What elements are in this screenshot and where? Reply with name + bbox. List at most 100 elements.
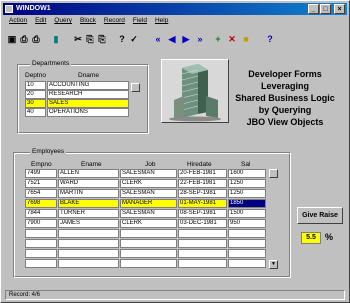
scroll-down-arrow-icon[interactable]: ▼ (269, 260, 278, 269)
emp-job-cell[interactable] (120, 259, 177, 268)
dept-deptno-cell[interactable]: 30 (25, 99, 46, 108)
save-icon[interactable]: ▣ (6, 33, 18, 45)
employees-scroll-thumb[interactable] (269, 169, 278, 178)
menu-help[interactable]: Help (155, 17, 168, 27)
emp-hiredate-cell[interactable]: 08-SEP-1981 (178, 209, 227, 218)
menu-field[interactable]: Field (133, 17, 147, 27)
menu-block[interactable]: Block (80, 17, 96, 27)
emp-sal-cell[interactable]: 1500 (228, 209, 266, 218)
emp-ename-cell[interactable] (58, 229, 119, 238)
emp-hiredate-cell[interactable] (178, 229, 227, 238)
execute-query-icon[interactable]: ✓ (128, 33, 140, 45)
status-bar: Record: 4/6 (5, 290, 345, 300)
emp-sal-cell[interactable]: 1250 (228, 189, 266, 198)
next-record-icon[interactable]: ▶ (180, 33, 192, 45)
dept-deptno-cell[interactable]: 40 (25, 108, 46, 117)
emp-job-cell[interactable]: SALESMAN (120, 189, 177, 198)
departments-scroll-thumb[interactable] (131, 83, 140, 92)
emp-hiredate-cell[interactable] (178, 239, 227, 248)
menu-query[interactable]: Query (54, 17, 72, 27)
heading-line-3: Shared Business Logic (235, 93, 335, 103)
emp-sal-cell[interactable] (228, 259, 266, 268)
employees-label: Employees (30, 148, 67, 155)
emp-empno-cell[interactable]: 7900 (25, 219, 57, 228)
emp-empno-cell[interactable] (25, 259, 57, 268)
departments-scrollbar[interactable] (131, 81, 140, 126)
emp-sal-cell[interactable] (228, 239, 266, 248)
emp-sal-cell[interactable] (228, 229, 266, 238)
emp-ename-cell[interactable]: WARD (58, 179, 119, 188)
emp-hiredate-cell[interactable] (178, 249, 227, 258)
emp-sal-cell[interactable]: 950 (228, 219, 266, 228)
emp-empno-cell[interactable] (25, 239, 57, 248)
close-button[interactable]: × (334, 4, 345, 14)
emp-sal-cell[interactable]: 1250 (228, 179, 266, 188)
print-icon[interactable]: ⎙ (18, 33, 30, 45)
lock-record-icon[interactable]: ■ (240, 33, 252, 45)
emp-job-cell[interactable] (120, 239, 177, 248)
previous-record-icon[interactable]: ◀ (166, 33, 178, 45)
emp-hiredate-cell[interactable] (178, 259, 227, 268)
title-bar[interactable]: WINDOW1 _ □ × (3, 3, 347, 15)
dept-deptno-cell[interactable]: 10 (25, 81, 46, 90)
give-raise-button[interactable]: Give Raise (297, 207, 343, 224)
emp-empno-cell[interactable]: 7844 (25, 209, 57, 218)
emp-job-cell[interactable]: SALESMAN (120, 169, 177, 178)
emp-ename-cell[interactable]: MARTIN (58, 189, 119, 198)
emp-empno-cell[interactable]: 7654 (25, 189, 57, 198)
emp-sal-cell[interactable] (228, 249, 266, 258)
emp-empno-cell[interactable]: 7499 (25, 169, 57, 178)
menu-action[interactable]: Action (9, 17, 27, 27)
emp-job-cell[interactable] (120, 249, 177, 258)
menu-edit[interactable]: Edit (35, 17, 46, 27)
emp-ename-cell[interactable]: ALLEN (58, 169, 119, 178)
paste-icon[interactable]: ⎘ (96, 33, 108, 45)
menu-record[interactable]: Record (104, 17, 125, 27)
emp-hiredate-cell[interactable]: 22-FEB-1981 (178, 179, 227, 188)
cut-icon[interactable]: ✂ (72, 33, 84, 45)
delete-record-icon[interactable]: ✕ (226, 33, 238, 45)
emp-hiredate-cell[interactable]: 28-SEP-1981 (178, 189, 227, 198)
dept-deptno-cell[interactable]: 20 (25, 90, 46, 99)
emp-ename-cell[interactable] (58, 239, 119, 248)
emp-empno-cell[interactable] (25, 249, 57, 258)
exit-icon[interactable]: ▮ (50, 33, 62, 45)
emp-job-cell[interactable] (120, 229, 177, 238)
maximize-button[interactable]: □ (320, 4, 331, 14)
toolbar: ▣ ⎙ ⎙ ▮ ✂ ⎘ ⎘? ✓ «◀ ▶» + ✕ ■? (6, 31, 346, 47)
emp-job-cell[interactable]: SALESMAN (120, 209, 177, 218)
emp-empno-cell[interactable] (25, 229, 57, 238)
minimize-button[interactable]: _ (308, 4, 319, 14)
emp-empno-cell[interactable]: 7521 (25, 179, 57, 188)
insert-record-icon[interactable]: + (212, 33, 224, 45)
emp-ename-cell[interactable]: TURNER (58, 209, 119, 218)
emp-ename-cell[interactable]: BLAKE (58, 199, 119, 208)
emp-hiredate-cell[interactable]: 03-DEC-1981 (178, 219, 227, 228)
window-icon[interactable] (5, 5, 13, 13)
column-header-dname: Dname (78, 72, 99, 79)
emp-hiredate-cell[interactable]: 20-FEB-1981 (178, 169, 227, 178)
first-record-icon[interactable]: « (152, 33, 164, 45)
emp-sal-cell[interactable]: 1600 (228, 169, 266, 178)
help-icon[interactable]: ? (264, 33, 276, 45)
dept-dname-cell[interactable]: SALES (47, 99, 129, 108)
building-image (161, 59, 229, 123)
emp-ename-cell[interactable]: JAMES (58, 219, 119, 228)
emp-hiredate-cell[interactable]: 01-MAY-1981 (178, 199, 227, 208)
emp-job-cell[interactable]: MANAGER (120, 199, 177, 208)
emp-empno-cell[interactable]: 7698 (25, 199, 57, 208)
raise-percent-field[interactable]: 5.5 (301, 232, 321, 244)
employees-scrollbar[interactable]: ▼ (269, 169, 278, 269)
dept-dname-cell[interactable]: ACCOUNTING (47, 81, 129, 90)
emp-job-cell[interactable]: CLERK (120, 179, 177, 188)
dept-dname-cell[interactable]: RESEARCH (47, 90, 129, 99)
emp-sal-cell[interactable]: 1850 (228, 199, 266, 208)
dept-dname-cell[interactable]: OPERATIONS (47, 108, 129, 117)
emp-job-cell[interactable]: CLERK (120, 219, 177, 228)
emp-ename-cell[interactable] (58, 249, 119, 258)
copy-icon[interactable]: ⎘ (84, 33, 96, 45)
last-record-icon[interactable]: » (194, 33, 206, 45)
enter-query-icon[interactable]: ? (116, 33, 128, 45)
print-preview-icon[interactable]: ⎙ (30, 33, 42, 45)
emp-ename-cell[interactable] (58, 259, 119, 268)
